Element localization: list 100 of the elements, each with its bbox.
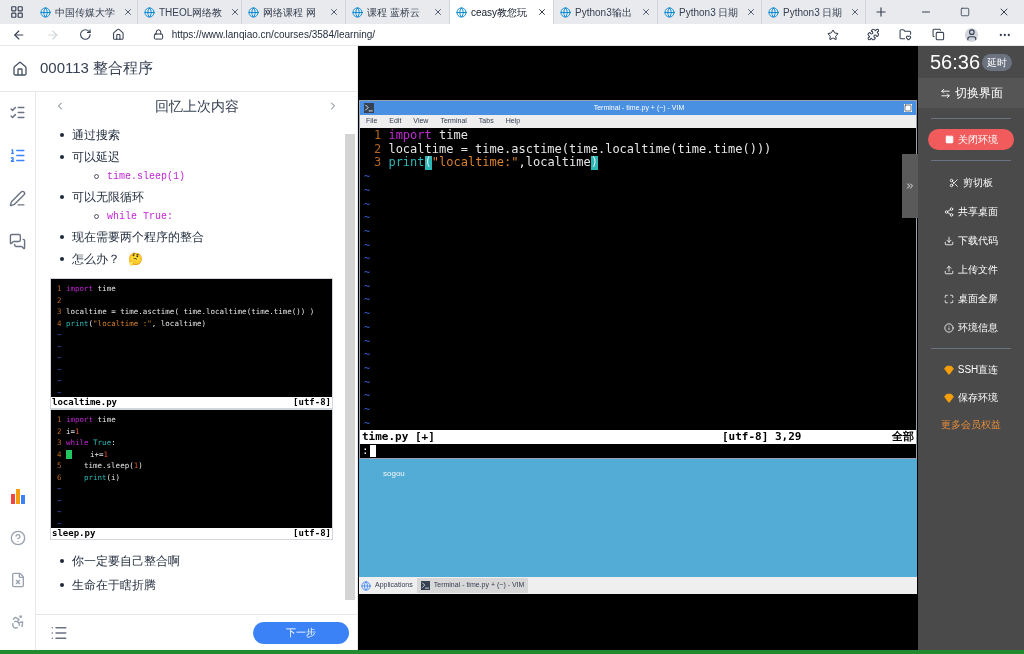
extensions-icon[interactable] xyxy=(866,28,880,41)
tab-actions-icon[interactable] xyxy=(10,5,24,19)
bullet-text: 可以无限循环 xyxy=(72,189,144,206)
back-icon[interactable] xyxy=(12,27,26,42)
close-icon[interactable] xyxy=(641,7,651,17)
browser-tab[interactable]: ceasy教您玩 xyxy=(450,0,554,24)
gem-icon xyxy=(944,392,954,403)
file-name: sleep.py xyxy=(52,528,96,539)
tool-button[interactable]: 桌面全屏 xyxy=(918,290,1024,307)
close-icon[interactable] xyxy=(433,7,443,17)
close-icon[interactable] xyxy=(537,7,547,17)
applications-icon[interactable] xyxy=(361,580,371,591)
cursor xyxy=(66,449,72,459)
course-title: 000113 整合程序 xyxy=(40,58,154,79)
switch-view-button[interactable]: 切换界面 xyxy=(918,78,1024,108)
member-feature-button[interactable]: SSH直连 xyxy=(918,361,1024,378)
tilde: ~ xyxy=(364,389,371,404)
bullet-text: 通过搜索 xyxy=(72,127,120,144)
favorites-icon[interactable] xyxy=(899,28,913,41)
tab-title: THEOL网络教 xyxy=(159,5,223,20)
tab-title: Python3 日期 xyxy=(679,5,739,20)
section-title: 回忆上次内容 xyxy=(154,96,239,116)
tilde: ~ xyxy=(364,293,371,308)
new-tab-icon[interactable] xyxy=(874,5,888,19)
status-position: [utf-8] 3,29 xyxy=(722,428,803,445)
tool-button[interactable]: 下载代码 xyxy=(918,232,1024,249)
close-icon[interactable] xyxy=(329,7,339,17)
bullet xyxy=(60,583,64,587)
reload-icon[interactable] xyxy=(79,28,92,41)
code-line: 3 print("localtime:",localtime) xyxy=(373,156,598,171)
numbered-list-icon[interactable] xyxy=(9,147,26,164)
outline-icon[interactable] xyxy=(9,104,26,121)
home-icon[interactable] xyxy=(12,60,28,77)
favorite-icon[interactable] xyxy=(826,28,839,41)
close-icon[interactable] xyxy=(123,7,133,17)
tab-title: 中国传媒大学 xyxy=(55,5,115,20)
scissors-icon xyxy=(949,177,959,188)
encoding: [utf-8] xyxy=(293,397,331,408)
close-icon[interactable] xyxy=(746,7,757,17)
site-icon xyxy=(40,6,51,18)
tab-title: Python3 日期 xyxy=(783,5,843,20)
member-benefits-link[interactable]: 更多会员权益 xyxy=(918,417,1024,434)
maximize-icon[interactable] xyxy=(904,104,912,112)
tilde: ~ xyxy=(364,320,371,335)
inline-code: time.sleep(1) xyxy=(107,170,185,184)
extend-button[interactable]: 延时 xyxy=(982,53,1012,71)
tool-button[interactable]: 上传文件 xyxy=(918,261,1024,278)
tab-title: 课程 蓝桥云 xyxy=(367,5,420,20)
next-step-button[interactable]: 下一步 xyxy=(253,621,349,644)
person-icon[interactable] xyxy=(9,614,26,630)
scrollbar[interactable] xyxy=(345,134,355,600)
bullet-text: 可以延迟 xyxy=(72,149,120,166)
status-file: time.py [+] xyxy=(362,428,436,445)
tilde: ~ xyxy=(364,279,371,294)
profile-icon[interactable] xyxy=(964,27,979,42)
tool-button[interactable]: 环境信息 xyxy=(918,319,1024,336)
maximize-icon[interactable] xyxy=(960,7,970,17)
share-icon xyxy=(944,206,954,217)
address-bar[interactable]: https://www.lanqiao.cn/courses/3584/learning/ xyxy=(144,25,847,44)
tilde: ~ xyxy=(364,224,371,239)
tilde: ~ xyxy=(364,197,371,212)
bullet-text: 你一定要自己整合啊 xyxy=(72,553,180,570)
close-icon[interactable] xyxy=(850,7,861,17)
countdown-timer: 56:36 xyxy=(930,50,981,75)
site-icon xyxy=(248,6,259,18)
download-icon xyxy=(944,235,954,246)
tilde: ~ xyxy=(364,375,371,390)
close-icon[interactable] xyxy=(998,6,1010,18)
chat-icon[interactable] xyxy=(9,233,26,250)
home-icon[interactable] xyxy=(111,28,125,41)
tilde: ~ xyxy=(364,252,371,267)
command-line[interactable]: : xyxy=(362,442,369,460)
url: https://www.lanqiao.cn/courses/3584/learning/ xyxy=(171,28,376,42)
bullet-text: 怎么办？ xyxy=(72,251,120,268)
bullet xyxy=(60,235,64,239)
site-icon xyxy=(144,6,155,18)
close-icon[interactable] xyxy=(230,7,241,17)
tool-button[interactable]: 共享桌面 xyxy=(918,203,1024,220)
tool-button[interactable]: 剪切板 xyxy=(918,174,1024,191)
gem-icon xyxy=(943,364,954,375)
tilde: ~ xyxy=(364,348,371,362)
file-name: localtime.py xyxy=(52,397,118,408)
tilde: ~ xyxy=(364,403,371,417)
site-icon xyxy=(768,6,779,18)
info-icon xyxy=(944,322,954,333)
bar-chart-icon[interactable] xyxy=(9,488,26,504)
member-feature-button[interactable]: 保存环境 xyxy=(918,389,1024,406)
bullet-text: 现在需要两个程序的整合 xyxy=(72,229,204,246)
upload-icon xyxy=(944,264,954,275)
tilde: ~ xyxy=(364,266,371,280)
file-icon[interactable] xyxy=(9,572,26,588)
terminal-icon xyxy=(364,103,374,113)
collections-icon[interactable] xyxy=(932,28,945,41)
terminal-icon xyxy=(420,581,430,590)
code-line: 1 import time xyxy=(373,129,468,143)
tab-title: Python3输出 xyxy=(575,5,632,20)
pencil-icon[interactable] xyxy=(9,190,26,207)
help-icon[interactable] xyxy=(9,530,26,546)
bullet xyxy=(60,257,64,261)
bullet xyxy=(60,155,64,159)
